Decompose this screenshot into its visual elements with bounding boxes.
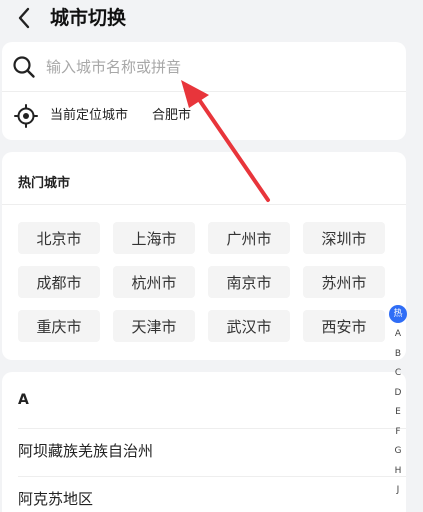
hot-cities-title: 热门城市 [18, 176, 71, 191]
hot-cities-grid: 北京市 上海市 广州市 深圳市 成都市 杭州市 南京市 苏州市 重庆市 天津市 … [18, 222, 390, 342]
index-item-letter[interactable]: E [388, 403, 408, 423]
search-input[interactable] [46, 54, 386, 80]
current-location-city[interactable]: 合肥市 [152, 107, 191, 125]
hot-city-button[interactable]: 北京市 [18, 222, 100, 254]
search-location-card: 当前定位城市 合肥市 [2, 42, 406, 140]
hot-city-button[interactable]: 成都市 [18, 266, 100, 298]
index-item-letter[interactable]: C [388, 364, 408, 384]
search-bar[interactable] [2, 42, 406, 92]
hot-city-button[interactable]: 苏州市 [303, 266, 385, 298]
divider [18, 428, 406, 429]
locate-icon [14, 104, 38, 128]
chevron-left-icon [18, 7, 30, 29]
hot-city-button[interactable]: 广州市 [208, 222, 290, 254]
index-item-letter[interactable]: F [388, 423, 408, 443]
back-button[interactable] [10, 4, 38, 32]
section-header-letter: A [18, 392, 29, 408]
divider [2, 204, 406, 205]
index-item-letter[interactable]: D [388, 384, 408, 404]
index-item-letter[interactable]: J [388, 481, 408, 501]
hot-city-button[interactable]: 重庆市 [18, 310, 100, 342]
city-list-card: A 阿坝藏族羌族自治州 阿克苏地区 [2, 372, 406, 512]
hot-city-button[interactable]: 深圳市 [303, 222, 385, 254]
hot-city-button[interactable]: 南京市 [208, 266, 290, 298]
search-icon [13, 56, 35, 78]
index-item-letter[interactable]: A [388, 325, 408, 345]
hot-cities-card: 热门城市 北京市 上海市 广州市 深圳市 成都市 杭州市 南京市 苏州市 重庆市… [2, 152, 406, 360]
hot-city-button[interactable]: 天津市 [113, 310, 195, 342]
page-title: 城市切换 [50, 7, 127, 29]
current-location-label: 当前定位城市 [50, 108, 129, 123]
index-item-letter[interactable]: G [388, 442, 408, 462]
hot-city-button[interactable]: 西安市 [303, 310, 385, 342]
hot-city-button[interactable]: 上海市 [113, 222, 195, 254]
city-list-item[interactable]: 阿坝藏族羌族自治州 [18, 441, 153, 461]
hot-city-button[interactable]: 杭州市 [113, 266, 195, 298]
index-item-hot[interactable]: 热 [389, 305, 407, 323]
current-location-row[interactable]: 当前定位城市 合肥市 [2, 92, 406, 140]
header: 城市切换 [0, 0, 423, 38]
city-list-item[interactable]: 阿克苏地区 [18, 489, 93, 509]
divider [18, 476, 406, 477]
index-item-letter[interactable]: H [388, 462, 408, 482]
alphabet-index-bar[interactable]: 热 A B C D E F G H J [388, 305, 408, 501]
index-item-letter[interactable]: B [388, 345, 408, 365]
hot-city-button[interactable]: 武汉市 [208, 310, 290, 342]
